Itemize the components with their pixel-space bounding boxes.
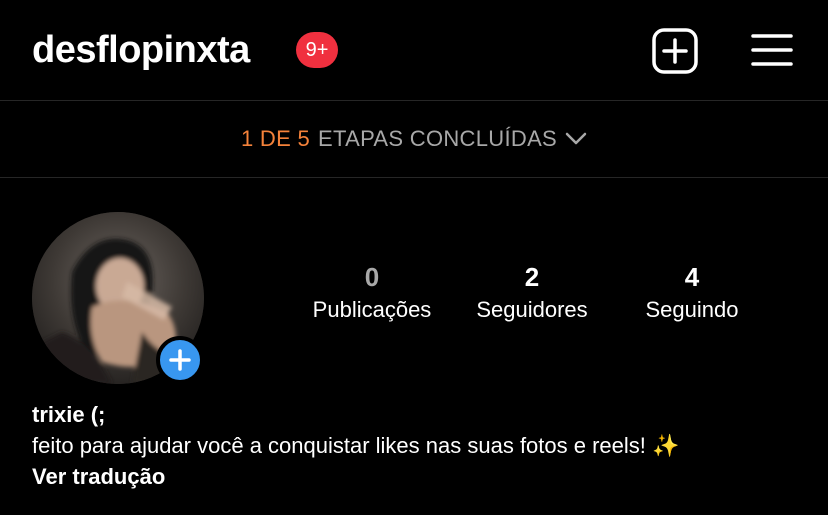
plus-square-icon[interactable] (652, 28, 698, 74)
steps-progress: 1 DE 5 (240, 126, 311, 151)
bio-display-name: trixie (; (32, 402, 106, 427)
stat-following[interactable]: 4 Seguindo (612, 262, 772, 326)
followers-label: Seguidores (476, 297, 588, 322)
steps-label: ETAPAS CONCLUÍDAS (318, 126, 558, 151)
notification-badge[interactable]: 9+ (296, 32, 338, 68)
account-username[interactable]: desflopinxta (32, 24, 250, 76)
add-story-button[interactable] (156, 336, 204, 384)
steps-divider (0, 177, 828, 178)
following-count: 4 (684, 262, 700, 292)
chevron-down-icon (565, 132, 587, 145)
profile-steps-banner[interactable]: 1 DE 5 ETAPAS CONCLUÍDAS (0, 101, 828, 177)
following-label: Seguindo (645, 297, 739, 322)
posts-count: 0 (364, 262, 380, 292)
stat-followers[interactable]: 2 Seguidores (452, 262, 612, 326)
top-bar: desflopinxta 9+ (0, 0, 828, 100)
bio-text: feito para ajudar você a conquistar like… (32, 433, 680, 458)
hamburger-menu-icon[interactable] (750, 30, 794, 70)
posts-label: Publicações (312, 297, 432, 322)
see-translation-link[interactable]: Ver tradução (32, 462, 165, 492)
stat-posts[interactable]: 0 Publicações (292, 262, 452, 326)
followers-count: 2 (524, 262, 540, 292)
